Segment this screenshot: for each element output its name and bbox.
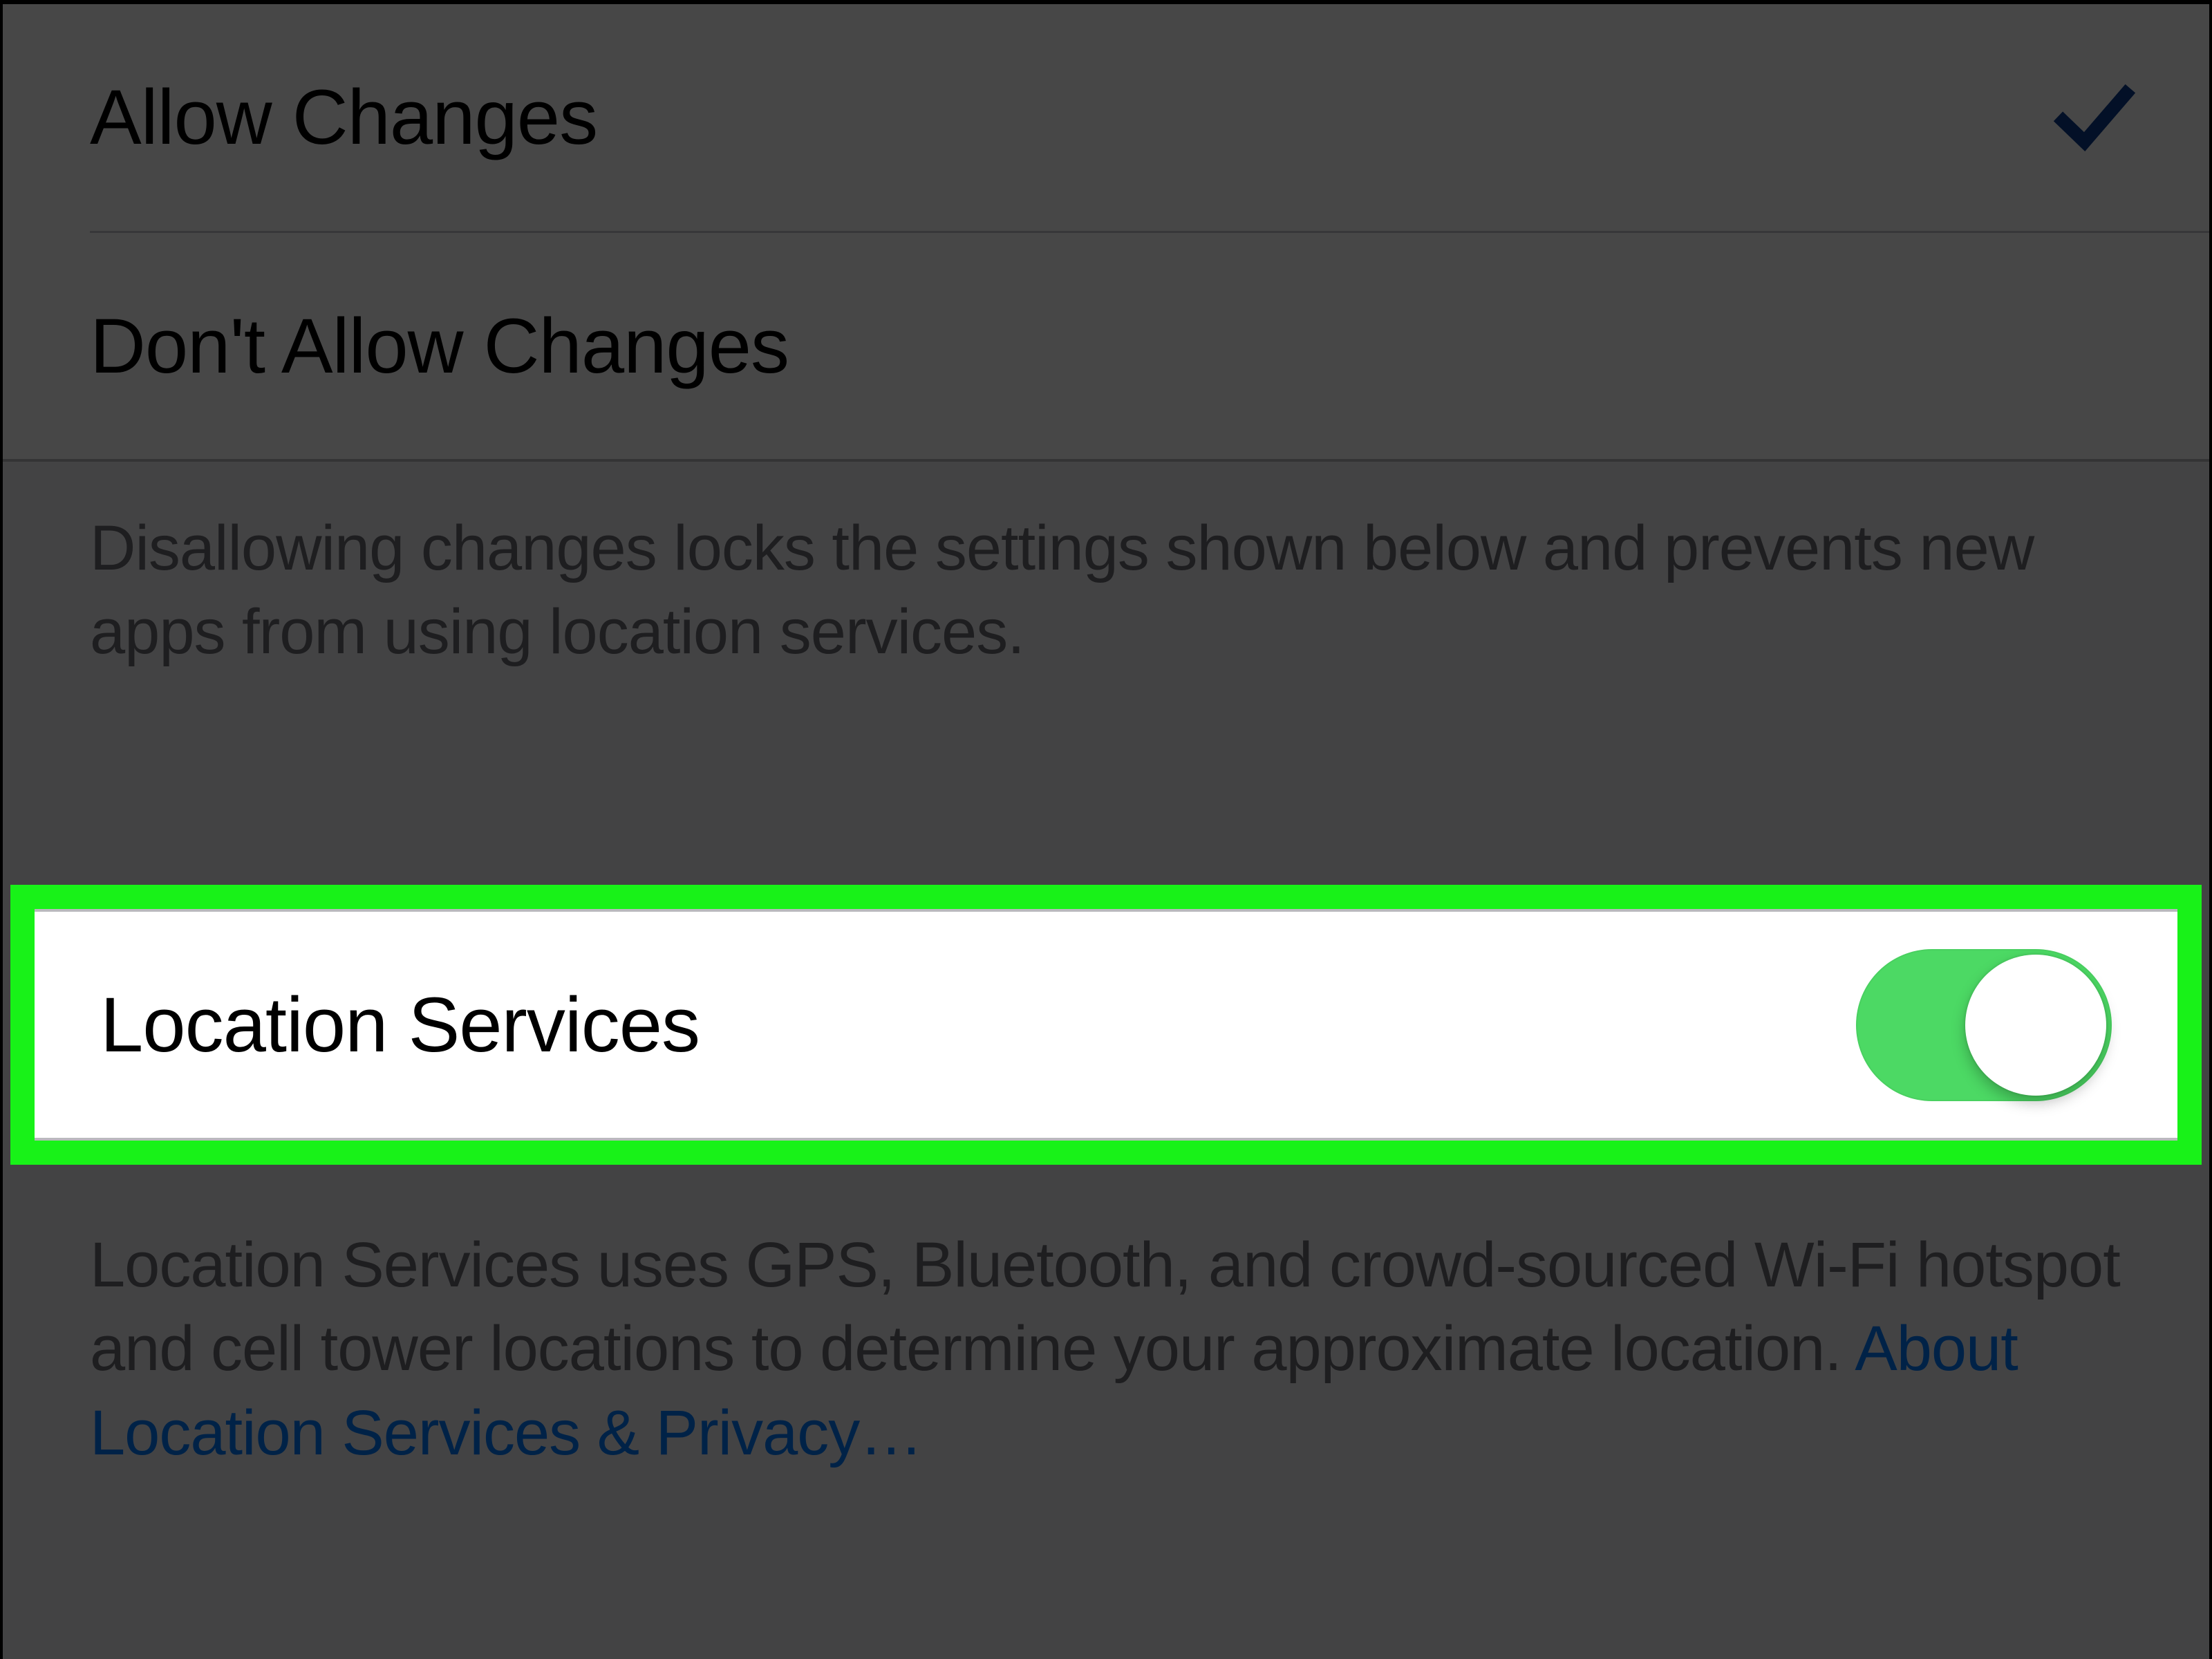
allow-changes-group: Allow Changes Don't Allow Changes bbox=[0, 0, 2212, 462]
location-services-row[interactable]: Location Services bbox=[35, 909, 2177, 1141]
dim-overlay bbox=[0, 885, 10, 1165]
dont-allow-changes-row[interactable]: Don't Allow Changes bbox=[90, 231, 2212, 459]
toggle-knob-icon bbox=[1965, 955, 2106, 1096]
location-services-toggle[interactable] bbox=[1856, 949, 2112, 1101]
dont-allow-changes-label: Don't Allow Changes bbox=[90, 301, 789, 391]
location-services-label: Location Services bbox=[100, 980, 700, 1069]
dim-overlay bbox=[2202, 885, 2212, 1165]
allow-changes-label: Allow Changes bbox=[90, 73, 597, 162]
location-services-footer-text: Location Services uses GPS, Bluetooth, a… bbox=[90, 1230, 2120, 1384]
allow-changes-footer: Disallowing changes locks the settings s… bbox=[0, 462, 2212, 675]
location-services-footer: Location Services uses GPS, Bluetooth, a… bbox=[90, 1224, 2122, 1475]
checkmark-icon bbox=[2053, 75, 2136, 158]
allow-changes-row[interactable]: Allow Changes bbox=[0, 3, 2212, 231]
location-services-highlight: Location Services bbox=[10, 885, 2202, 1165]
